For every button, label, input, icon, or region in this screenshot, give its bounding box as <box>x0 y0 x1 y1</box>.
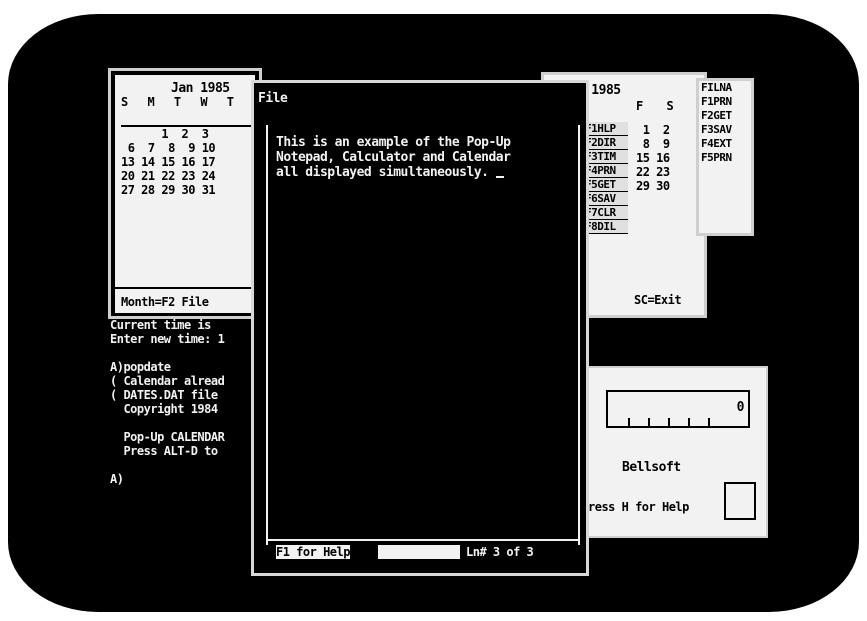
console-line: Enter new time: 1 <box>110 332 225 346</box>
calculator-window[interactable]: 0 Bellsoft ress H for Help <box>580 362 776 542</box>
notepad-status-bar: F1 for Help Ln# 3 of 3 <box>266 539 578 563</box>
fkey-help[interactable]: F1HLP <box>584 122 628 135</box>
calendar-week[interactable]: 6 7 8 9 10 <box>121 141 251 155</box>
calendar-panel: Jan 1985 S M T W T 1 2 3 6 7 8 9 10 13 1… <box>115 75 255 313</box>
notepad-window[interactable]: File This is an example of the Pop-Up No… <box>251 80 589 576</box>
console-line: ( DATES.DAT file <box>110 388 218 402</box>
calendar-week[interactable]: 20 21 22 23 24 <box>121 169 251 183</box>
fkey-dir[interactable]: F2DIR <box>584 136 628 149</box>
calculator-help-hint: ress H for Help <box>588 500 689 514</box>
calendar-weekday-header: F S <box>636 99 682 113</box>
display-tick <box>628 418 630 426</box>
calendar-week[interactable]: 27 28 29 30 31 <box>121 183 251 197</box>
calendar-window-jan[interactable]: Jan 1985 S M T W T 1 2 3 6 7 8 9 10 13 1… <box>108 68 262 319</box>
notepad-line: This is an example of the Pop-Up <box>276 135 511 150</box>
display-tick <box>688 418 690 426</box>
calendar-day-grid[interactable]: 1 2 3 6 7 8 9 10 13 14 15 16 17 20 21 22… <box>121 125 251 285</box>
console-line: Current time is <box>110 318 211 332</box>
file-menu-item[interactable]: F5PRN <box>699 151 751 165</box>
calendar-week[interactable]: 15 16 <box>636 151 670 165</box>
fkey-save[interactable]: F6SAV <box>584 192 628 205</box>
calendar-week[interactable]: 13 14 15 16 17 <box>121 155 251 169</box>
calculator-panel: 0 Bellsoft ress H for Help <box>586 366 768 538</box>
calendar-week[interactable]: 1 2 3 <box>121 127 251 141</box>
notepad-title[interactable]: File <box>258 91 288 106</box>
display-tick <box>648 418 650 426</box>
calendar-week[interactable]: 8 9 <box>636 137 670 151</box>
notepad-text[interactable]: This is an example of the Pop-Up Notepad… <box>276 135 511 180</box>
notepad-line: Notepad, Calculator and Calendar <box>276 150 511 165</box>
file-menu-item[interactable]: F3SAV <box>699 123 751 137</box>
notepad-line-counter: Ln# 3 of 3 <box>466 545 534 559</box>
calendar-weekday-header: S M T W T <box>121 95 241 109</box>
notepad-help-hint[interactable]: F1 for Help <box>276 545 350 559</box>
calendar-exit-hint: SC=Exit <box>634 293 682 307</box>
fkey-print[interactable]: F4PRN <box>584 164 628 177</box>
console-line: Copyright 1984 <box>110 402 218 416</box>
text-cursor <box>495 176 504 178</box>
file-menu-item[interactable]: F2GET <box>699 109 751 123</box>
fkey-get[interactable]: F5GET <box>584 178 628 191</box>
file-menu-item[interactable]: FILNA <box>699 81 751 95</box>
file-menu-item[interactable]: F4EXT <box>699 137 751 151</box>
display-tick <box>668 418 670 426</box>
fkey-dial[interactable]: F8DIL <box>584 220 628 233</box>
console-line: Pop-Up CALENDAR <box>110 430 225 444</box>
console-line: ( Calendar alread <box>110 374 225 388</box>
calendar-footer: Month=F2 File <box>115 287 255 313</box>
console-line: A) <box>110 472 124 486</box>
dos-console: Current time is Enter new time: 1 A)popda… <box>110 318 225 486</box>
calendar-week[interactable]: 1 2 <box>636 123 670 137</box>
display-tick <box>708 418 710 426</box>
calendar-week[interactable]: 22 23 <box>636 165 670 179</box>
calculator-display: 0 <box>606 390 750 428</box>
calendar-week[interactable]: 29 30 <box>636 179 670 193</box>
console-line: Press ALT-D to <box>110 444 218 458</box>
function-key-menu: F1HLP F2DIR F3TIM F4PRN F5GET F6SAV F7CL… <box>584 122 628 234</box>
fkey-clear[interactable]: F7CLR <box>584 206 628 219</box>
file-menu-window[interactable]: FILNA F1PRN F2GET F3SAV F4EXT F5PRN <box>696 78 754 236</box>
calculator-display-value: 0 <box>736 400 745 415</box>
notepad-line: all displayed simultaneously. <box>276 165 489 180</box>
notepad-text-area[interactable]: This is an example of the Pop-Up Notepad… <box>266 125 580 545</box>
console-line: A)popdate <box>110 360 171 374</box>
status-fill-bar <box>378 545 460 559</box>
calendar-month-title: Jan 1985 <box>171 81 230 96</box>
fkey-time[interactable]: F3TIM <box>584 150 628 163</box>
calculator-brand: Bellsoft <box>622 460 681 475</box>
file-menu-item[interactable]: F1PRN <box>699 95 751 109</box>
calculator-key-box[interactable] <box>724 482 756 520</box>
